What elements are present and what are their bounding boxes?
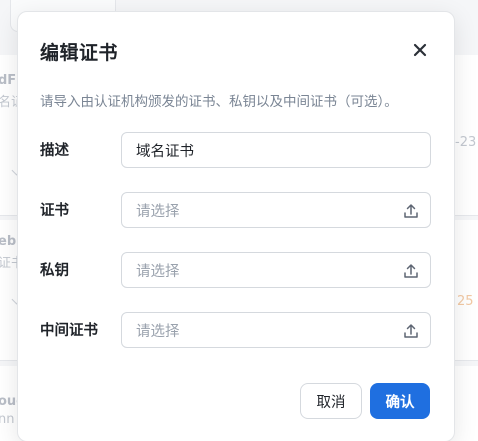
background-item-subtitle: nn: [0, 412, 15, 427]
description-input[interactable]: 域名证书: [121, 132, 431, 168]
form-row-certificate: 证书 请选择: [40, 192, 432, 230]
close-button[interactable]: [408, 38, 432, 62]
private-key-file-select[interactable]: 请选择: [121, 252, 431, 288]
cancel-button[interactable]: 取消: [300, 383, 362, 419]
edit-certificate-dialog: 编辑证书 请导入由认证机构颁发的证书、私钥以及中间证书（可选）。 描述 域名证书…: [17, 11, 455, 441]
field-label-private-key: 私钥: [40, 263, 69, 279]
field-label-intermediate-certificate: 中间证书: [40, 323, 98, 339]
certificate-file-select[interactable]: 请选择: [121, 192, 431, 228]
field-label-description: 描述: [40, 143, 69, 159]
upload-icon[interactable]: [402, 202, 420, 220]
dialog-title: 编辑证书: [40, 42, 119, 64]
background-item-date: -23: [455, 135, 477, 150]
field-label-certificate: 证书: [40, 203, 69, 219]
confirm-button[interactable]: 确认: [370, 383, 430, 419]
private-key-placeholder: 请选择: [136, 263, 180, 280]
close-icon: [413, 43, 427, 57]
background-item-date: 25: [457, 294, 474, 309]
intermediate-certificate-file-select[interactable]: 请选择: [121, 312, 431, 348]
dialog-description: 请导入由认证机构颁发的证书、私钥以及中间证书（可选）。: [40, 94, 398, 110]
intermediate-certificate-placeholder: 请选择: [136, 323, 180, 340]
form-row-private-key: 私钥 请选择: [40, 252, 432, 290]
upload-icon[interactable]: [402, 262, 420, 280]
description-value: 域名证书: [136, 143, 194, 160]
form-row-intermediate-certificate: 中间证书 请选择: [40, 312, 432, 350]
upload-icon[interactable]: [402, 322, 420, 340]
certificate-placeholder: 请选择: [136, 203, 180, 220]
form-row-description: 描述 域名证书: [40, 132, 432, 170]
